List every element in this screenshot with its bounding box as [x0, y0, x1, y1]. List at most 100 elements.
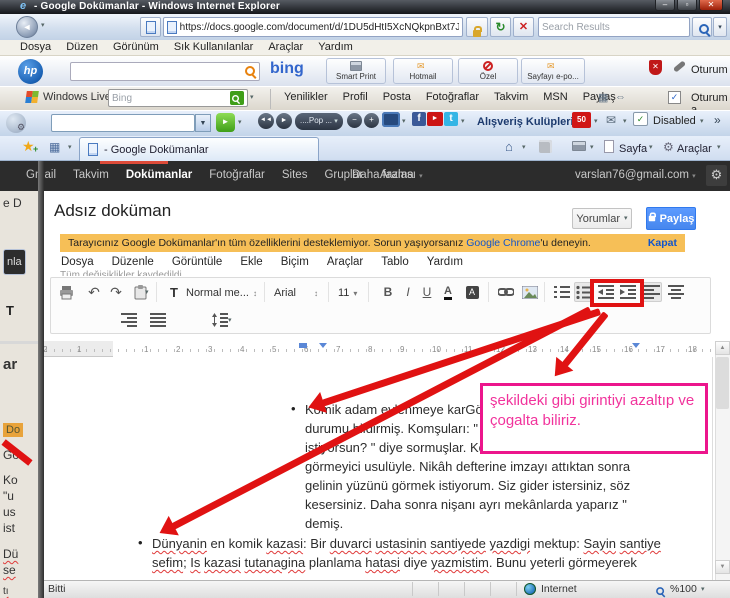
- ie-menu-item[interactable]: Araçlar: [268, 41, 303, 53]
- close-button[interactable]: ✕: [699, 0, 723, 11]
- comments-button[interactable]: Yorumlar▾: [572, 208, 632, 229]
- tools-menu-label[interactable]: Araçlar: [677, 143, 712, 155]
- volume-up-button[interactable]: +: [364, 113, 379, 128]
- media-combo-box[interactable]: [51, 114, 195, 132]
- text-color-button[interactable]: A: [438, 282, 458, 302]
- doc-text-line[interactable]: Dünyanin en komik kazasi: Bir duvarci us…: [152, 534, 717, 553]
- misspelled-word[interactable]: Is: [190, 555, 200, 570]
- ie-menu-item[interactable]: Düzen: [66, 41, 98, 53]
- align-right-button[interactable]: [119, 310, 139, 330]
- warning-close-link[interactable]: Kapat: [648, 234, 677, 252]
- wl-resize-icon[interactable]: ⇔: [615, 91, 626, 103]
- misspelled-word[interactable]: yazmistim: [431, 555, 489, 570]
- hp-toolbar-button[interactable]: Smart Print: [326, 58, 386, 84]
- doc-text[interactable]: en komik: [207, 536, 266, 551]
- media-combo-dropdown[interactable]: ▼: [195, 114, 211, 132]
- doc-text[interactable]: planlama: [305, 555, 365, 570]
- settings-button[interactable]: ⚙: [706, 165, 727, 186]
- print-dropdown-icon[interactable]: ▾: [590, 144, 594, 151]
- wl-search-input[interactable]: [112, 93, 244, 104]
- misspelled-word[interactable]: hatasi: [365, 555, 400, 570]
- misspelled-word[interactable]: yazdigi: [490, 536, 530, 551]
- zoom-dropdown-icon[interactable]: ▾: [701, 586, 705, 593]
- url-input[interactable]: [180, 22, 459, 33]
- redo-button[interactable]: ↷: [106, 282, 126, 302]
- doc-paragraph-2[interactable]: Dünyanin en komik kazasi: Bir duvarci us…: [152, 534, 717, 572]
- more-menu[interactable]: Daha fazlası ▾: [352, 169, 423, 181]
- youtube-icon[interactable]: ►: [427, 112, 443, 126]
- social-dropdown-icon[interactable]: ▾: [461, 118, 465, 125]
- ie-menu-item[interactable]: Sık Kullanılanlar: [174, 41, 254, 53]
- minimize-button[interactable]: –: [655, 0, 675, 11]
- docs-menu-item[interactable]: Biçim: [272, 256, 318, 268]
- line-spacing-dropdown-icon[interactable]: ▾: [228, 317, 232, 324]
- docs-menu-item[interactable]: Düzenle: [103, 256, 163, 268]
- bold-button[interactable]: B: [378, 282, 398, 302]
- hp-search-input[interactable]: [74, 66, 242, 77]
- docs-menu-item[interactable]: Araçlar: [318, 256, 372, 268]
- share-button[interactable]: Paylaş: [646, 207, 696, 230]
- hp-toolbar-button[interactable]: Hotmail: [393, 58, 453, 84]
- align-center-button[interactable]: [666, 282, 686, 302]
- numbered-list-button[interactable]: [552, 282, 572, 302]
- mail-toolbar-icon[interactable]: ✉: [606, 113, 616, 127]
- ie-menu-item[interactable]: Görünüm: [113, 41, 159, 53]
- wl-search-button[interactable]: [230, 91, 244, 105]
- doc-text[interactable]: diye: [400, 555, 431, 570]
- tv-dropdown-icon[interactable]: ▾: [402, 118, 406, 125]
- hp-session-label[interactable]: Oturum: [691, 64, 728, 76]
- misspelled-word[interactable]: tutanagina: [245, 555, 306, 570]
- insert-image-button[interactable]: [520, 282, 540, 302]
- docs-menu-item[interactable]: Yardım: [418, 256, 472, 268]
- align-left-button[interactable]: [642, 282, 662, 302]
- ssl-lock-button[interactable]: [466, 17, 488, 37]
- font-dropdown[interactable]: Arial↕: [274, 287, 318, 299]
- misspelled-word[interactable]: duvarci: [330, 536, 372, 551]
- google-bar-link[interactable]: Dokümanlar: [126, 169, 192, 181]
- rss-feed-icon[interactable]: [539, 140, 552, 153]
- doc-text[interactable]: : Bir: [303, 536, 330, 551]
- hp-logo[interactable]: hp: [18, 59, 43, 84]
- hp-toolbar-button[interactable]: Sayfayı e-po...: [521, 58, 585, 84]
- media-play-button[interactable]: ►: [276, 113, 292, 129]
- checker-icon[interactable]: ✓: [633, 112, 648, 126]
- misspelled-word[interactable]: Sayin: [583, 536, 616, 551]
- indent-marker-rect[interactable]: [299, 343, 307, 348]
- justify-button[interactable]: [148, 310, 168, 330]
- go-button[interactable]: ►: [216, 113, 235, 132]
- print-button[interactable]: [56, 282, 76, 302]
- italic-button[interactable]: I: [398, 282, 418, 302]
- disabled-dropdown-icon[interactable]: ▾: [700, 118, 704, 125]
- docs-menu-item[interactable]: Görüntüle: [163, 256, 232, 268]
- doc-text-line[interactable]: kesersiniz. Daha sonra nişanı ayrı mekân…: [305, 495, 645, 514]
- print-icon[interactable]: [572, 141, 586, 151]
- stop-button[interactable]: ✕: [513, 17, 534, 37]
- tv-icon[interactable]: [382, 112, 400, 127]
- address-bar[interactable]: [163, 17, 463, 37]
- document-title[interactable]: Adsız doküman: [54, 201, 171, 221]
- wl-page-icon[interactable]: ▦: [598, 91, 608, 104]
- google-bar-link[interactable]: Fotoğraflar: [209, 169, 265, 181]
- toolbar-overflow-icon[interactable]: »: [714, 113, 721, 127]
- facebook-icon[interactable]: f: [412, 112, 426, 126]
- misspelled-word[interactable]: ustasinin: [375, 536, 426, 551]
- doc-text-line[interactable]: görmeyici usulüyle. Nikâh defterine imza…: [305, 457, 645, 476]
- page-menu-dropdown-icon[interactable]: ▾: [649, 144, 653, 151]
- search-button[interactable]: [692, 17, 712, 37]
- page-shortcut-button[interactable]: [140, 17, 161, 37]
- security-shield-icon[interactable]: ✕: [649, 60, 662, 75]
- misspelled-word[interactable]: santiye: [620, 536, 661, 551]
- media-prev-button[interactable]: ◄◄: [258, 113, 274, 129]
- font-size-dropdown[interactable]: 11▾: [338, 287, 357, 299]
- tab-list-dropdown-icon[interactable]: ▾: [68, 144, 72, 151]
- wl-link[interactable]: Takvim: [494, 91, 528, 103]
- page-menu-label[interactable]: Sayfa: [619, 143, 647, 155]
- ie-menu-item[interactable]: Dosya: [20, 41, 51, 53]
- scroll-up-button[interactable]: ▲: [715, 341, 730, 355]
- hp-toolbar-button[interactable]: Özel: [458, 58, 518, 84]
- wl-link[interactable]: Posta: [383, 91, 411, 103]
- google-bar-link[interactable]: Takvim: [73, 169, 109, 181]
- ie-menu-item[interactable]: Yardım: [318, 41, 353, 53]
- search-options-dropdown[interactable]: ▾: [713, 17, 727, 37]
- doc-text[interactable]: . Bunu yeterli görmeyerek: [489, 555, 637, 570]
